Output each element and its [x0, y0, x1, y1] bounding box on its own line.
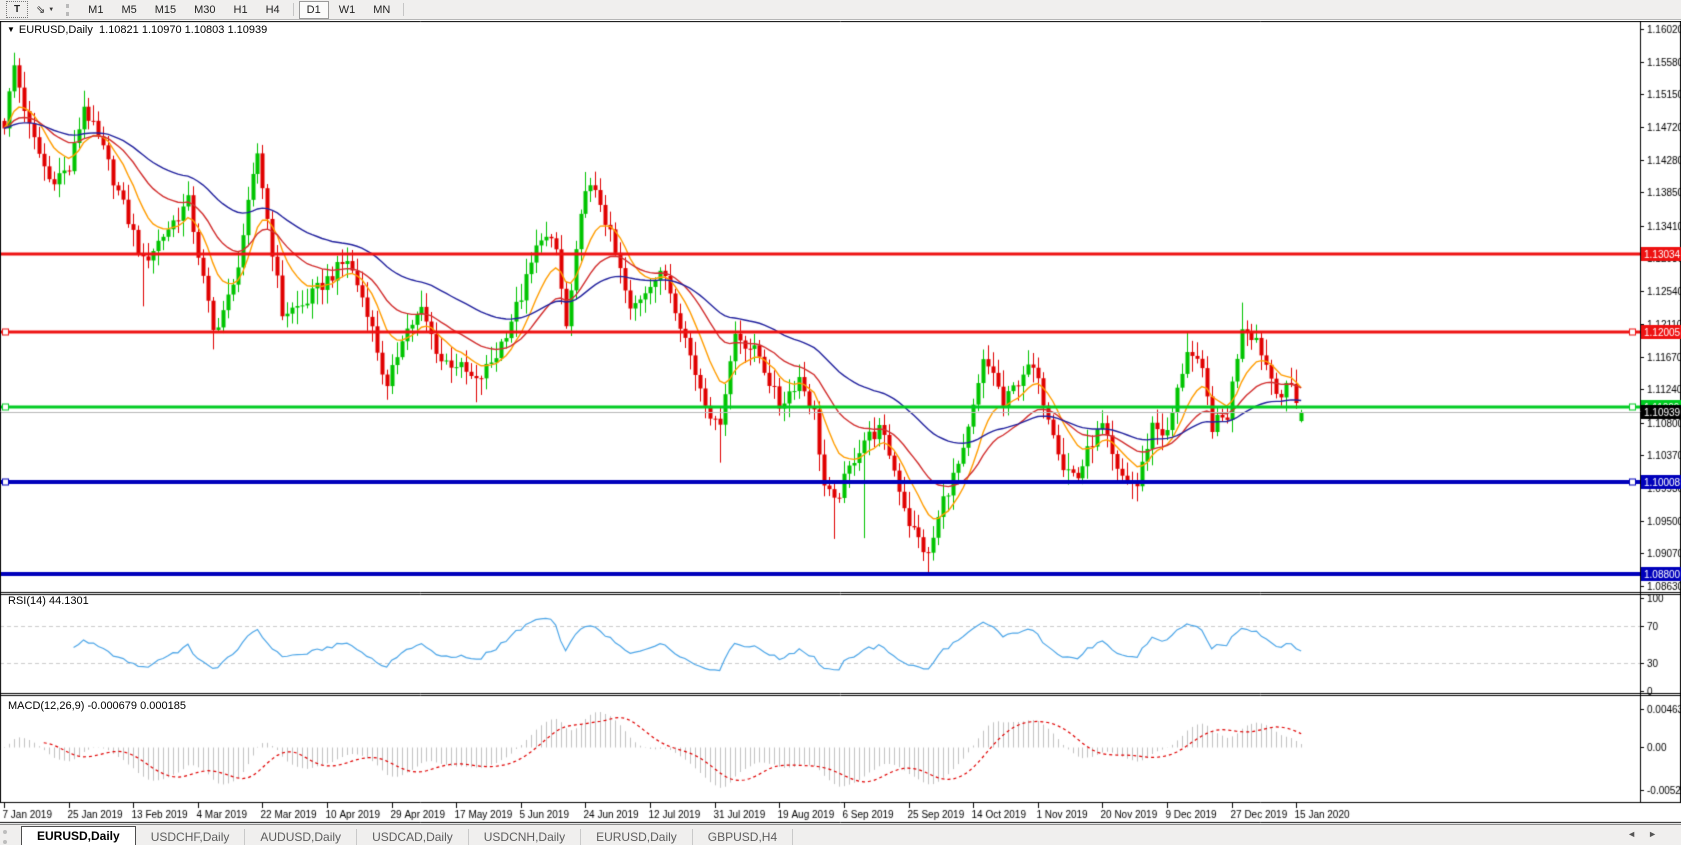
- price-chart-canvas[interactable]: [0, 21, 1681, 824]
- toolbar-drag-handle[interactable]: [66, 3, 72, 16]
- timeframe-button-h1[interactable]: H1: [226, 1, 256, 19]
- macd-indicator-label: MACD(12,26,9) -0.000679 0.000185: [8, 700, 186, 712]
- tab-scroll-left-icon[interactable]: ◄: [1627, 829, 1648, 839]
- toolbar: T ⇘ ▼ M1 M5 M15 M30 H1 H4 D1 W1 MN: [0, 0, 1681, 20]
- tab-usdcnh-daily[interactable]: USDCNH,Daily: [469, 829, 582, 845]
- chevron-down-icon: ▼: [48, 6, 55, 13]
- tab-eurusd-daily-1[interactable]: EURUSD,Daily: [21, 826, 136, 845]
- arrows-tool-button[interactable]: ⇘ ▼: [34, 2, 56, 17]
- rsi-indicator-label: RSI(14) 44.1301: [8, 595, 89, 607]
- chart-tab-bar: EURUSD,Daily USDCHF,Daily AUDUSD,Daily U…: [0, 824, 1681, 845]
- tabbar-drag-handle[interactable]: [3, 830, 11, 844]
- arrows-icon: ⇘: [36, 4, 46, 16]
- macd-values: -0.000679 0.000185: [87, 700, 186, 712]
- chart-ohlc-values: 1.10821 1.10970 1.10803 1.10939: [99, 24, 268, 36]
- chart-title: ▼ EURUSD,Daily 1.10821 1.10970 1.10803 1.…: [7, 24, 267, 36]
- rsi-name: RSI(14): [8, 595, 46, 607]
- text-label-tool-button[interactable]: T: [6, 1, 28, 18]
- timeframe-button-m5[interactable]: M5: [113, 1, 144, 19]
- tab-usdchf-daily[interactable]: USDCHF,Daily: [136, 829, 246, 845]
- timeframe-button-h4[interactable]: H4: [258, 1, 288, 19]
- macd-name: MACD(12,26,9): [8, 700, 85, 712]
- timeframe-button-m1[interactable]: M1: [80, 1, 111, 19]
- collapse-triangle-icon[interactable]: ▼: [7, 25, 15, 34]
- timeframe-button-d1[interactable]: D1: [298, 0, 329, 19]
- tab-usdcad-daily[interactable]: USDCAD,Daily: [357, 829, 469, 845]
- toolbar-separator: [403, 3, 405, 16]
- timeframe-button-mn[interactable]: MN: [365, 1, 398, 19]
- chart-symbol: EURUSD,Daily: [18, 24, 93, 36]
- tab-eurusd-daily-2[interactable]: EURUSD,Daily: [581, 829, 693, 845]
- tab-gbpusd-h4[interactable]: GBPUSD,H4: [693, 829, 794, 845]
- timeframe-button-m30[interactable]: M30: [186, 1, 223, 19]
- tab-audusd-daily[interactable]: AUDUSD,Daily: [245, 829, 358, 845]
- rsi-value: 44.1301: [48, 595, 89, 607]
- tab-scroll-right-icon[interactable]: ►: [1648, 829, 1669, 839]
- tab-scroll-arrows: ◄►: [1627, 829, 1669, 839]
- toolbar-separator: [292, 3, 294, 16]
- timeframe-button-w1[interactable]: W1: [331, 1, 364, 19]
- timeframe-button-m15[interactable]: M15: [147, 1, 184, 19]
- terminal-window: T ⇘ ▼ M1 M5 M15 M30 H1 H4 D1 W1 MN ▼ EURUS…: [0, 0, 1681, 845]
